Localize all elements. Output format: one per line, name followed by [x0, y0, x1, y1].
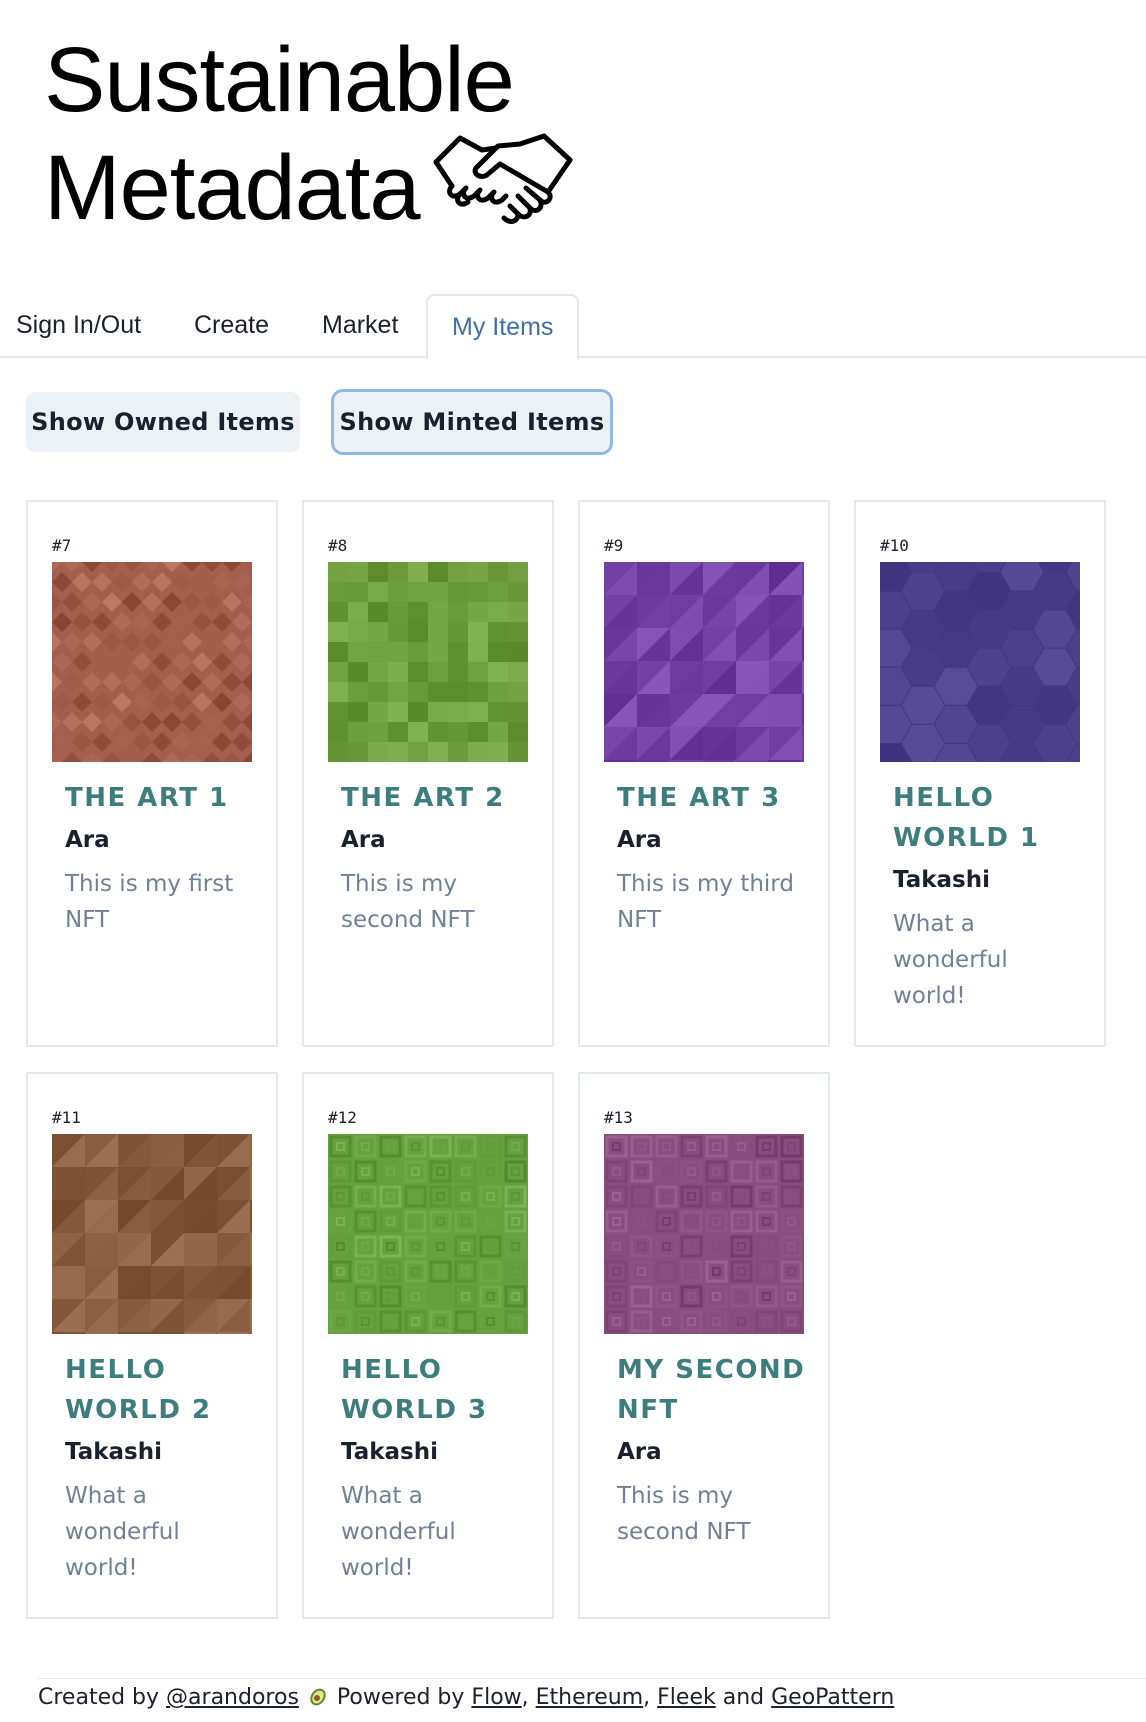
- item-card[interactable]: #8 THE ART 2 Ara This is my second NFT: [302, 500, 554, 1047]
- footer-author-link[interactable]: @arandoros: [166, 1685, 299, 1710]
- item-id: #12: [328, 1108, 357, 1127]
- item-card[interactable]: #11 HELLO WORLD 2 Takashi What a wonderful …: [26, 1072, 278, 1619]
- item-description: This is my third NFT: [617, 871, 794, 933]
- show-owned-items-button[interactable]: Show Owned Items: [26, 392, 300, 452]
- item-pattern-image: [52, 562, 252, 762]
- footer-link-geopattern[interactable]: GeoPattern: [771, 1685, 894, 1710]
- item-id: #13: [604, 1108, 633, 1127]
- item-pattern-image: [328, 562, 528, 762]
- item-card[interactable]: #13 MY SECOND NFT Ara This is my second NFT: [578, 1072, 830, 1619]
- tab-market[interactable]: Market: [306, 294, 414, 358]
- item-card[interactable]: #12 HELLO WORLD 3 Takashi What a wonderful …: [302, 1072, 554, 1619]
- item-pattern-image: [328, 1134, 528, 1334]
- item-title: MY SECOND NFT: [617, 1355, 806, 1425]
- logo-line-1: Sustainable: [44, 29, 515, 131]
- footer-separator: ,: [521, 1685, 529, 1710]
- footer-and: and: [722, 1685, 765, 1710]
- logo-line-2: Metadata: [44, 137, 421, 239]
- item-id: #9: [604, 536, 624, 555]
- item-id: #11: [52, 1108, 81, 1127]
- item-author: Ara: [65, 827, 110, 853]
- footer-separator: ,: [643, 1685, 651, 1710]
- item-title: HELLO WORLD 3: [341, 1355, 488, 1425]
- handshake-icon: [433, 133, 573, 224]
- item-author: Takashi: [65, 1439, 163, 1465]
- item-title: THE ART 1: [65, 783, 229, 813]
- item-pattern-image: [604, 562, 804, 762]
- item-pattern-image: [880, 562, 1080, 762]
- item-title: HELLO WORLD 1: [893, 783, 1040, 853]
- footer-link-fleek[interactable]: Fleek: [657, 1685, 716, 1710]
- item-description: This is my second NFT: [617, 1483, 751, 1545]
- item-id: #10: [880, 536, 909, 555]
- item-author: Takashi: [341, 1439, 439, 1465]
- show-minted-items-button[interactable]: Show Minted Items: [334, 392, 610, 452]
- item-card[interactable]: #9 THE ART 3 Ara This is my third NFT: [578, 500, 830, 1047]
- tab-create[interactable]: Create: [178, 294, 285, 358]
- item-title: THE ART 3: [617, 783, 781, 813]
- item-description: This is my first NFT: [65, 871, 234, 933]
- tab-bar: Sign In/Out Create Market My Items: [0, 294, 1146, 360]
- item-card[interactable]: #10 HELLO WORLD 1 Takashi What a wonderful …: [854, 500, 1106, 1047]
- item-card[interactable]: #7 THE ART 1 Ara This is my first NFT: [26, 500, 278, 1047]
- item-author: Ara: [617, 1439, 662, 1465]
- item-description: What a wonderful world!: [341, 1483, 456, 1581]
- footer-link-flow[interactable]: Flow: [471, 1685, 521, 1710]
- item-author: Ara: [341, 827, 386, 853]
- item-id: #7: [52, 536, 72, 555]
- item-author: Ara: [617, 827, 662, 853]
- footer-created-by: Created by: [38, 1685, 160, 1710]
- footer: Created by @arandoros Powered by Flow, E…: [38, 1678, 1146, 1710]
- avocado-icon: [310, 1688, 326, 1706]
- footer-powered-by: Powered by: [336, 1685, 465, 1710]
- item-author: Takashi: [893, 867, 991, 893]
- item-title: THE ART 2: [341, 783, 505, 813]
- item-pattern-image: [52, 1134, 252, 1334]
- item-id: #8: [328, 536, 348, 555]
- item-description: What a wonderful world!: [893, 911, 1008, 1009]
- item-title: HELLO WORLD 2: [65, 1355, 212, 1425]
- tab-sign-in-out[interactable]: Sign In/Out: [0, 294, 157, 358]
- item-pattern-image: [604, 1134, 804, 1334]
- item-description: This is my second NFT: [341, 871, 475, 933]
- item-description: What a wonderful world!: [65, 1483, 180, 1581]
- footer-link-ethereum[interactable]: Ethereum: [536, 1685, 643, 1710]
- tab-my-items[interactable]: My Items: [426, 294, 580, 360]
